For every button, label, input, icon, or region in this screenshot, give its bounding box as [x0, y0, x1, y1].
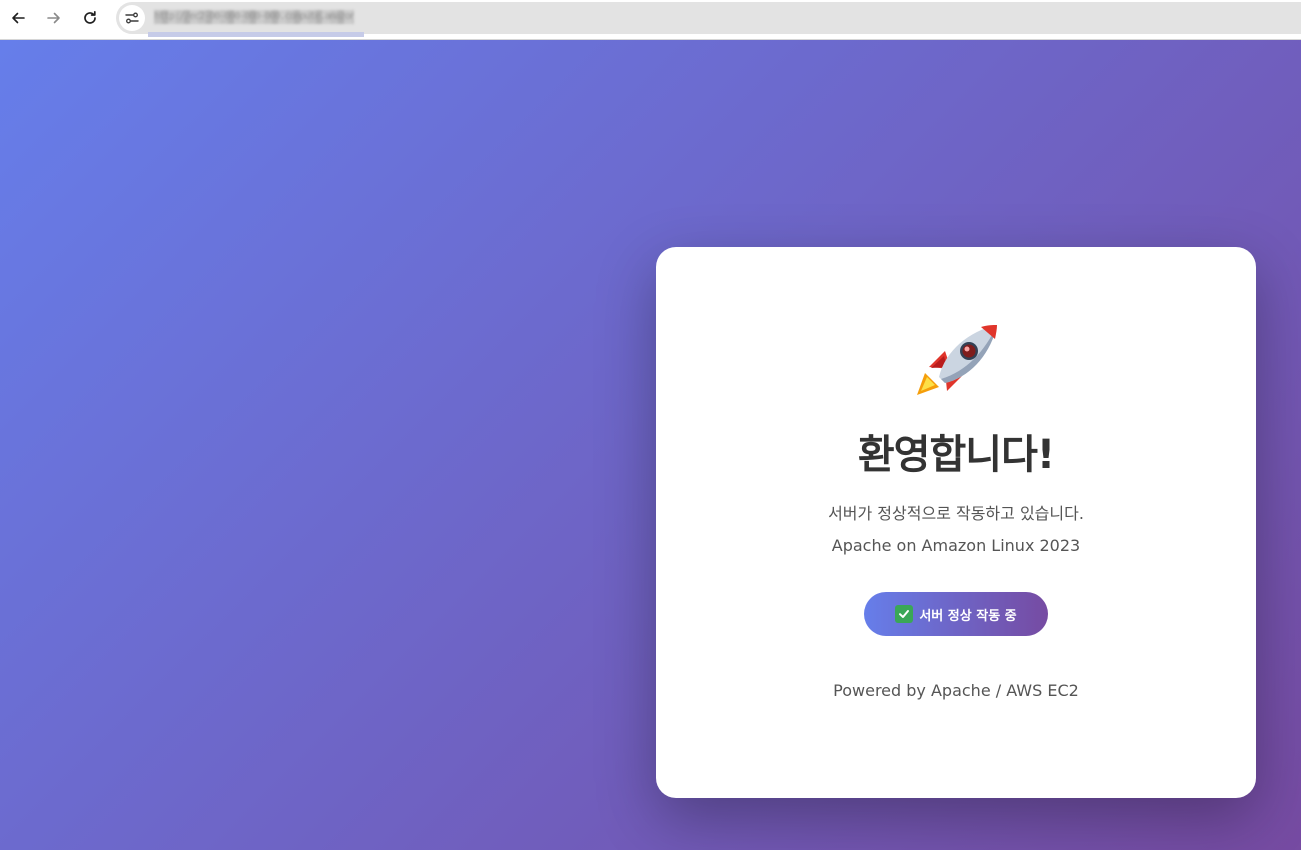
server-info: Apache on Amazon Linux 2023: [831, 536, 1081, 555]
rocket-emoji: [656, 321, 1256, 401]
reload-button[interactable]: [78, 6, 102, 30]
server-status-badge[interactable]: 서버 정상 작동 중: [864, 592, 1048, 636]
powered-by-footer: Powered by Apache / AWS EC2: [833, 681, 1079, 700]
status-message: 서버가 정상적으로 작동하고 있습니다.: [828, 504, 1084, 523]
arrow-right-icon: [47, 12, 60, 24]
reload-icon: [84, 10, 96, 24]
welcome-card: 환영합니다! 서버가 정상적으로 작동하고 있습니다. Apache on Am…: [656, 247, 1256, 798]
page-background: 환영합니다! 서버가 정상적으로 작동하고 있습니다. Apache on Am…: [0, 40, 1301, 850]
back-button[interactable]: [6, 6, 30, 30]
rocket-icon: [917, 325, 997, 395]
tune-icon: [125, 12, 139, 24]
welcome-heading: 환영합니다!: [857, 432, 1055, 478]
browser-toolbar: http://ec2-00-000-000-000.compute.amazon…: [0, 0, 1301, 40]
arrow-left-icon: [12, 12, 25, 24]
status-badge-label: 서버 정상 작동 중: [919, 608, 1017, 624]
site-info-button[interactable]: [119, 5, 145, 31]
check-mark-icon: [895, 605, 914, 623]
address-bar[interactable]: http://ec2-00-000-000-000.compute.amazon…: [116, 2, 1301, 37]
url-underline: [148, 32, 364, 37]
url-text[interactable]: http://ec2-00-000-000-000.compute.amazon…: [154, 10, 354, 24]
browser-window: http://ec2-00-000-000-000.compute.amazon…: [0, 0, 1301, 850]
forward-button[interactable]: [42, 6, 66, 30]
